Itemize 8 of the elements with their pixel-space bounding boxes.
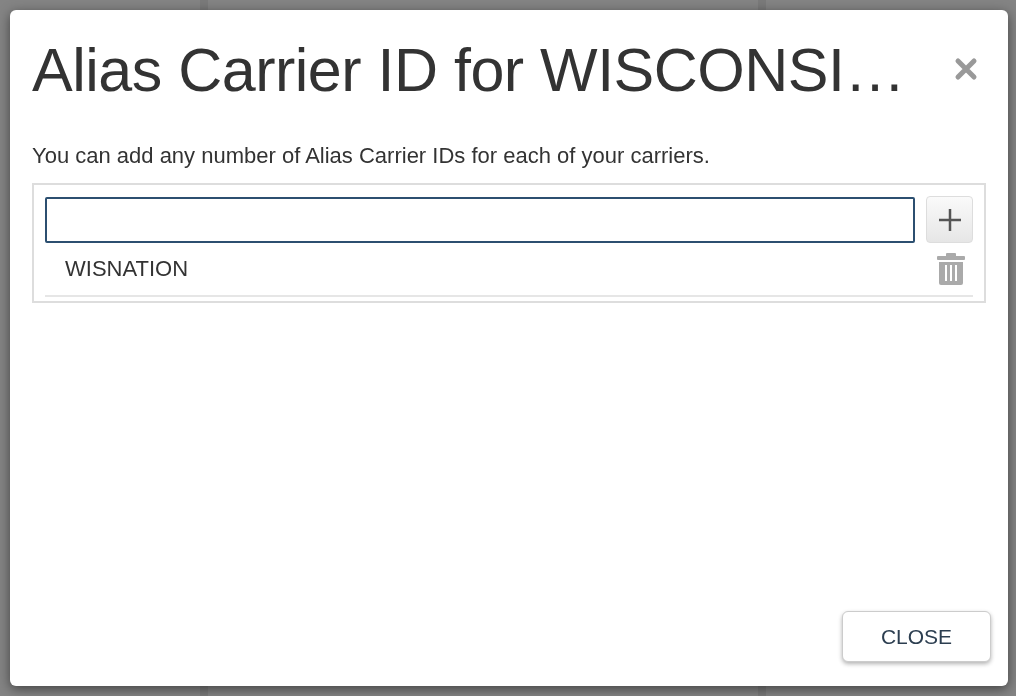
alias-input-field[interactable]	[45, 196, 915, 243]
alias-name: WISNATION	[65, 256, 189, 282]
close-icon[interactable]	[954, 57, 978, 81]
add-button[interactable]	[926, 196, 973, 243]
dialog-title: Alias Carrier ID for WISCONSI…	[32, 35, 905, 105]
close-button[interactable]: CLOSE	[842, 611, 991, 662]
plus-icon	[936, 206, 963, 233]
description-text: You can add any number of Alias Carrier IDs for each of your carriers.	[32, 143, 711, 169]
